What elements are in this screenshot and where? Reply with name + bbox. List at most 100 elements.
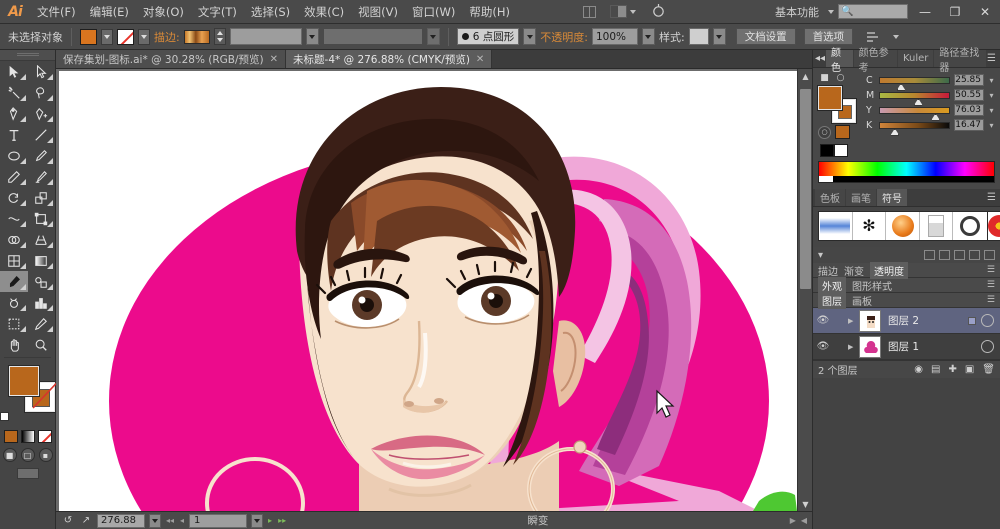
fill-dropdown-icon[interactable] bbox=[101, 28, 113, 45]
color-spectrum-bar[interactable] bbox=[818, 161, 995, 183]
search-input[interactable]: 🔍 bbox=[838, 4, 908, 19]
gradient-fill-button[interactable] bbox=[20, 430, 35, 443]
slider-track-y[interactable] bbox=[879, 106, 950, 121]
last-artboard-icon[interactable]: ▸▸ bbox=[277, 516, 287, 525]
slider-stepper-m[interactable]: ▾ bbox=[988, 91, 995, 100]
white-swatch[interactable] bbox=[834, 144, 848, 157]
tab-symbols[interactable]: 符号 bbox=[877, 189, 907, 206]
panel-columns-icon[interactable] bbox=[580, 4, 600, 20]
add-anchor-point-tool[interactable] bbox=[28, 103, 56, 124]
prev-artboard-icon[interactable]: ◂ bbox=[179, 516, 185, 525]
menu-type[interactable]: 文字(T) bbox=[191, 1, 244, 23]
opacity-chevron-down-icon[interactable] bbox=[641, 28, 655, 45]
current-color-swatch[interactable] bbox=[835, 125, 850, 139]
stroke-profile-field[interactable] bbox=[322, 28, 423, 45]
slider-track-k[interactable] bbox=[879, 121, 950, 136]
menu-view[interactable]: 视图(V) bbox=[351, 1, 405, 23]
shape-builder-tool[interactable] bbox=[0, 229, 28, 250]
style-swatch[interactable] bbox=[688, 28, 709, 45]
layer-row-2[interactable]: 👁 ▶ 图层 2 bbox=[813, 308, 1000, 334]
change-screen-mode-button[interactable] bbox=[16, 468, 39, 479]
close-icon[interactable]: ✕ bbox=[476, 54, 484, 65]
slider-stepper-c[interactable]: ▾ bbox=[988, 76, 995, 85]
menu-object[interactable]: 对象(O) bbox=[136, 1, 191, 23]
tab-gradient[interactable]: 渐变 bbox=[844, 263, 864, 278]
chevron-right-icon[interactable]: ▶ bbox=[848, 343, 856, 351]
canvas-area[interactable] bbox=[56, 69, 812, 511]
layers-row-menu-icon[interactable]: ☰ bbox=[987, 295, 995, 305]
fill-color-swatch[interactable] bbox=[80, 28, 97, 45]
align-options-icon[interactable] bbox=[863, 29, 883, 45]
opacity-field[interactable]: 100% bbox=[591, 28, 638, 45]
tab-artboards[interactable]: 画板 bbox=[852, 293, 872, 308]
type-tool[interactable] bbox=[0, 124, 28, 145]
tab-color-guide[interactable]: 颜色参考 bbox=[853, 48, 897, 74]
shape-chevron-down-icon[interactable] bbox=[523, 28, 537, 45]
color-fill-box[interactable] bbox=[818, 86, 842, 110]
artboard[interactable] bbox=[59, 71, 799, 511]
gradient-tool[interactable] bbox=[28, 250, 56, 271]
pen-tool[interactable] bbox=[0, 103, 28, 124]
blob-brush-tool[interactable] bbox=[28, 166, 56, 187]
lasso-tool[interactable] bbox=[28, 82, 56, 103]
delete-layer-icon[interactable]: 🗑 bbox=[982, 364, 995, 375]
line-segment-tool[interactable] bbox=[28, 124, 56, 145]
artboard-tool[interactable] bbox=[0, 313, 28, 334]
layer-target-circle-icon[interactable] bbox=[981, 314, 994, 327]
zoom-level-input[interactable]: 276.88 bbox=[97, 513, 145, 528]
free-transform-tool[interactable] bbox=[28, 208, 56, 229]
menu-help[interactable]: 帮助(H) bbox=[462, 1, 517, 23]
pathfinder-exclude-icon[interactable] bbox=[969, 250, 980, 260]
status-prev-icon[interactable]: ◀ bbox=[800, 516, 808, 525]
document-arrange-icon[interactable] bbox=[606, 4, 640, 20]
canvas-vertical-scrollbar[interactable]: ▲ ▼ bbox=[797, 69, 812, 511]
default-fill-stroke-icon[interactable] bbox=[0, 412, 9, 424]
layer-row-1[interactable]: 👁 ▶ 图层 1 bbox=[813, 334, 1000, 360]
layer-name-2[interactable]: 图层 2 bbox=[884, 313, 965, 328]
blend-tool[interactable] bbox=[28, 271, 56, 292]
zoom-tool[interactable] bbox=[28, 334, 56, 355]
pencil-tool[interactable] bbox=[0, 166, 28, 187]
document-tab-2[interactable]: 未标题-4* @ 276.88% (CMYK/预览) ✕ bbox=[286, 50, 493, 68]
close-icon[interactable]: ✕ bbox=[270, 54, 278, 65]
symbol-gradient[interactable] bbox=[819, 212, 853, 240]
chevron-right-icon[interactable]: ▶ bbox=[848, 317, 856, 325]
column-graph-tool[interactable] bbox=[28, 292, 56, 313]
eyedropper-tool[interactable] bbox=[0, 271, 28, 292]
appearance-row-menu-icon[interactable]: ☰ bbox=[987, 280, 995, 290]
draw-inside-icon[interactable]: ▪ bbox=[38, 448, 53, 462]
scroll-down-icon[interactable]: ▼ bbox=[798, 497, 813, 511]
artboard-chevron-down-icon[interactable] bbox=[251, 513, 264, 528]
bridge-icon[interactable] bbox=[646, 4, 672, 20]
color-fill-button[interactable] bbox=[3, 430, 18, 443]
preferences-button[interactable]: 首选项 bbox=[803, 28, 854, 45]
status-next-icon[interactable]: ▶ bbox=[789, 516, 797, 525]
stroke-dropdown-icon[interactable] bbox=[138, 28, 150, 45]
pathfinder-unite-icon[interactable] bbox=[924, 250, 935, 260]
menu-select[interactable]: 选择(S) bbox=[244, 1, 297, 23]
tab-pathfinder[interactable]: 路径查找器 bbox=[934, 48, 987, 74]
export-icon[interactable]: ↗ bbox=[79, 515, 93, 526]
slider-value-m[interactable]: 50.55 bbox=[954, 89, 984, 101]
fill-indicator-icon[interactable]: ■ bbox=[818, 72, 831, 84]
tab-brushes[interactable]: 画笔 bbox=[846, 189, 876, 206]
next-artboard-icon[interactable]: ▸ bbox=[267, 516, 273, 525]
tools-panel-drag-handle[interactable] bbox=[0, 50, 55, 61]
pathfinder-minus-icon[interactable] bbox=[939, 250, 950, 260]
close-button[interactable]: ✕ bbox=[972, 1, 998, 23]
direct-selection-tool[interactable] bbox=[28, 61, 56, 82]
workspace-label[interactable]: 基本功能 bbox=[773, 4, 821, 20]
panel-collapse-icon[interactable]: ◂◂ bbox=[815, 53, 825, 64]
black-swatch[interactable] bbox=[820, 144, 834, 157]
tab-kuler[interactable]: Kuler bbox=[897, 50, 934, 67]
stroke-indicator-icon[interactable]: ○ bbox=[834, 72, 847, 84]
first-artboard-icon[interactable]: ◂◂ bbox=[165, 516, 175, 525]
slider-value-y[interactable]: 76.03 bbox=[954, 104, 984, 116]
symbol-orange-orb[interactable] bbox=[886, 212, 920, 240]
scale-tool[interactable] bbox=[28, 187, 56, 208]
tab-swatches[interactable]: 色板 bbox=[815, 189, 845, 206]
menu-effect[interactable]: 效果(C) bbox=[297, 1, 351, 23]
symbol-sprayer-tool[interactable] bbox=[0, 292, 28, 313]
restore-button[interactable]: ❐ bbox=[942, 1, 968, 23]
duplicate-layer-icon[interactable]: ▣ bbox=[965, 364, 974, 375]
